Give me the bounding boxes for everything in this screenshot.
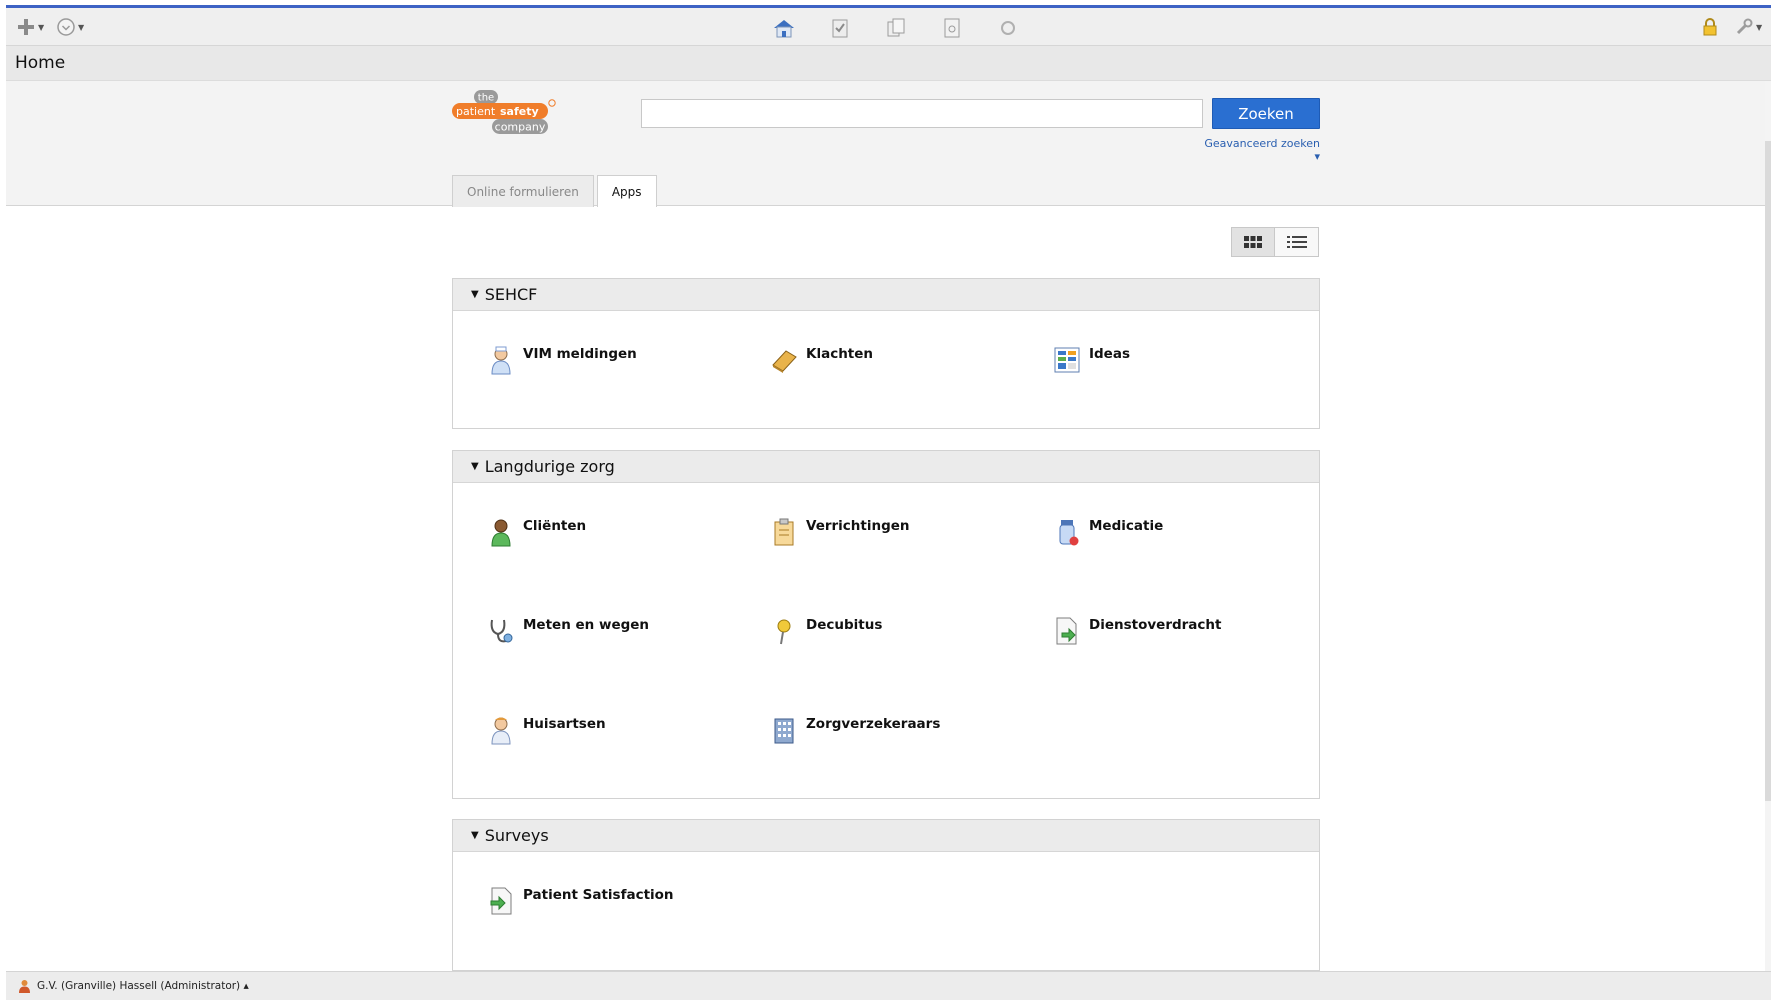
report-icon[interactable] <box>939 16 965 40</box>
chevron-down-icon: ▼ <box>1756 22 1763 32</box>
section-title: Surveys <box>484 826 549 845</box>
list-view-button[interactable] <box>1275 227 1319 257</box>
app-clienten[interactable]: Cliënten <box>487 517 586 547</box>
app-decubitus[interactable]: Decubitus <box>770 616 882 646</box>
board-icon <box>1054 347 1080 373</box>
collapse-triangle-icon: ▼ <box>471 830 479 841</box>
nurse-icon <box>491 346 511 375</box>
medication-icon <box>1059 520 1079 546</box>
collapse-triangle-icon: ▼ <box>471 461 479 472</box>
app-verrichtingen[interactable]: Verrichtingen <box>770 517 910 547</box>
page-title-bar: Home <box>6 46 1771 81</box>
search-header: the patient safety company Zoeken Geavan… <box>6 81 1765 207</box>
handover-icon <box>1056 617 1077 645</box>
app-dienstoverdracht[interactable]: Dienstoverdracht <box>1053 616 1221 646</box>
section-header[interactable]: ▼ Surveys <box>453 820 1319 852</box>
client-icon <box>491 519 511 547</box>
app-label: Medicatie <box>1089 518 1164 534</box>
clipboard-icon <box>774 518 794 546</box>
building-icon <box>774 718 794 744</box>
app-label: Klachten <box>806 346 874 362</box>
app-patient-satisfaction[interactable]: Patient Satisfaction <box>487 886 674 916</box>
app-zorgverzekeraars[interactable]: Zorgverzekeraars <box>770 715 940 745</box>
section-sehcf: ▼ SEHCF VIM meldingen Klachten Ideas <box>452 278 1320 429</box>
add-menu-button[interactable]: ▼ <box>16 16 44 38</box>
stethoscope-icon <box>490 619 513 643</box>
app-window: ▼ ▼ ▼ Home the patient safety company Zo… <box>0 0 1771 1000</box>
settings-menu-button[interactable]: ▼ <box>1734 16 1762 38</box>
svg-text:the: the <box>478 93 494 104</box>
app-meten-en-wegen[interactable]: Meten en wegen <box>487 616 649 646</box>
svg-text:safety: safety <box>500 105 539 118</box>
page-title: Home <box>15 53 66 73</box>
survey-icon <box>490 887 512 915</box>
status-bar: G.V. (Granville) Hassell (Administrator)… <box>6 971 1771 1000</box>
chevron-down-icon: ▼ <box>38 22 45 32</box>
doctor-icon <box>491 717 511 745</box>
app-label: Dienstoverdracht <box>1089 617 1222 633</box>
plus-icon <box>18 19 34 35</box>
section-surveys: ▼ Surveys Patient Satisfaction <box>452 819 1320 971</box>
app-label: Verrichtingen <box>806 518 910 534</box>
tab-apps[interactable]: Apps <box>596 175 657 207</box>
app-label: Huisartsen <box>523 716 606 732</box>
scrollbar-thumb[interactable] <box>1765 141 1771 801</box>
documents-icon[interactable] <box>883 16 909 40</box>
vertical-scrollbar[interactable] <box>1765 81 1771 971</box>
company-logo: the patient safety company <box>452 90 556 134</box>
search-button[interactable]: Zoeken <box>1212 98 1320 129</box>
advanced-search-link[interactable]: Geavanceerd zoeken ▾ <box>1200 137 1320 163</box>
lock-button[interactable] <box>1701 16 1719 38</box>
user-menu[interactable]: G.V. (Granville) Hassell (Administrator)… <box>37 980 249 992</box>
wrench-icon <box>1736 18 1753 35</box>
home-icon[interactable] <box>771 16 797 40</box>
section-title: Langdurige zorg <box>484 457 615 476</box>
view-toggle <box>1231 227 1319 257</box>
app-label: VIM meldingen <box>523 346 637 362</box>
chevron-down-icon: ▼ <box>78 22 85 32</box>
app-klachten[interactable]: Klachten <box>770 345 873 375</box>
center-toolbar <box>771 16 1021 40</box>
section-header[interactable]: ▼ Langdurige zorg <box>453 451 1319 483</box>
grid-view-button[interactable] <box>1231 227 1275 257</box>
refresh-icon[interactable] <box>995 16 1021 40</box>
app-label: Zorgverzekeraars <box>806 716 941 732</box>
clock-icon <box>57 18 75 36</box>
app-label: Patient Satisfaction <box>523 887 674 903</box>
user-icon <box>19 980 30 993</box>
section-header[interactable]: ▼ SEHCF <box>453 279 1319 311</box>
collapse-triangle-icon: ▼ <box>471 289 479 300</box>
section-title: SEHCF <box>484 285 538 304</box>
search-input[interactable] <box>641 99 1203 128</box>
tab-bar: Online formulieren Apps <box>452 175 657 207</box>
app-label: Meten en wegen <box>523 617 650 633</box>
app-medicatie[interactable]: Medicatie <box>1053 517 1163 547</box>
checklist-icon[interactable] <box>827 16 853 40</box>
app-ideas[interactable]: Ideas <box>1053 345 1130 375</box>
lock-icon <box>1703 18 1717 36</box>
svg-text:company: company <box>495 121 546 134</box>
section-langdurige-zorg: ▼ Langdurige zorg Cliënten Verrichtingen <box>452 450 1320 799</box>
recent-menu-button[interactable]: ▼ <box>56 16 84 38</box>
app-huisartsen[interactable]: Huisartsen <box>487 715 606 745</box>
pin-icon <box>777 619 791 645</box>
tab-online-formulieren[interactable]: Online formulieren <box>452 175 594 207</box>
grid-view-icon <box>1244 236 1262 248</box>
top-toolbar: ▼ ▼ ▼ <box>6 5 1771 46</box>
app-label: Ideas <box>1089 346 1130 362</box>
app-label: Cliënten <box>523 518 587 534</box>
svg-text:patient: patient <box>456 105 496 118</box>
app-vim-meldingen[interactable]: VIM meldingen <box>487 345 637 375</box>
app-label: Decubitus <box>806 617 883 633</box>
list-view-icon <box>1286 236 1307 248</box>
book-icon <box>772 350 797 373</box>
